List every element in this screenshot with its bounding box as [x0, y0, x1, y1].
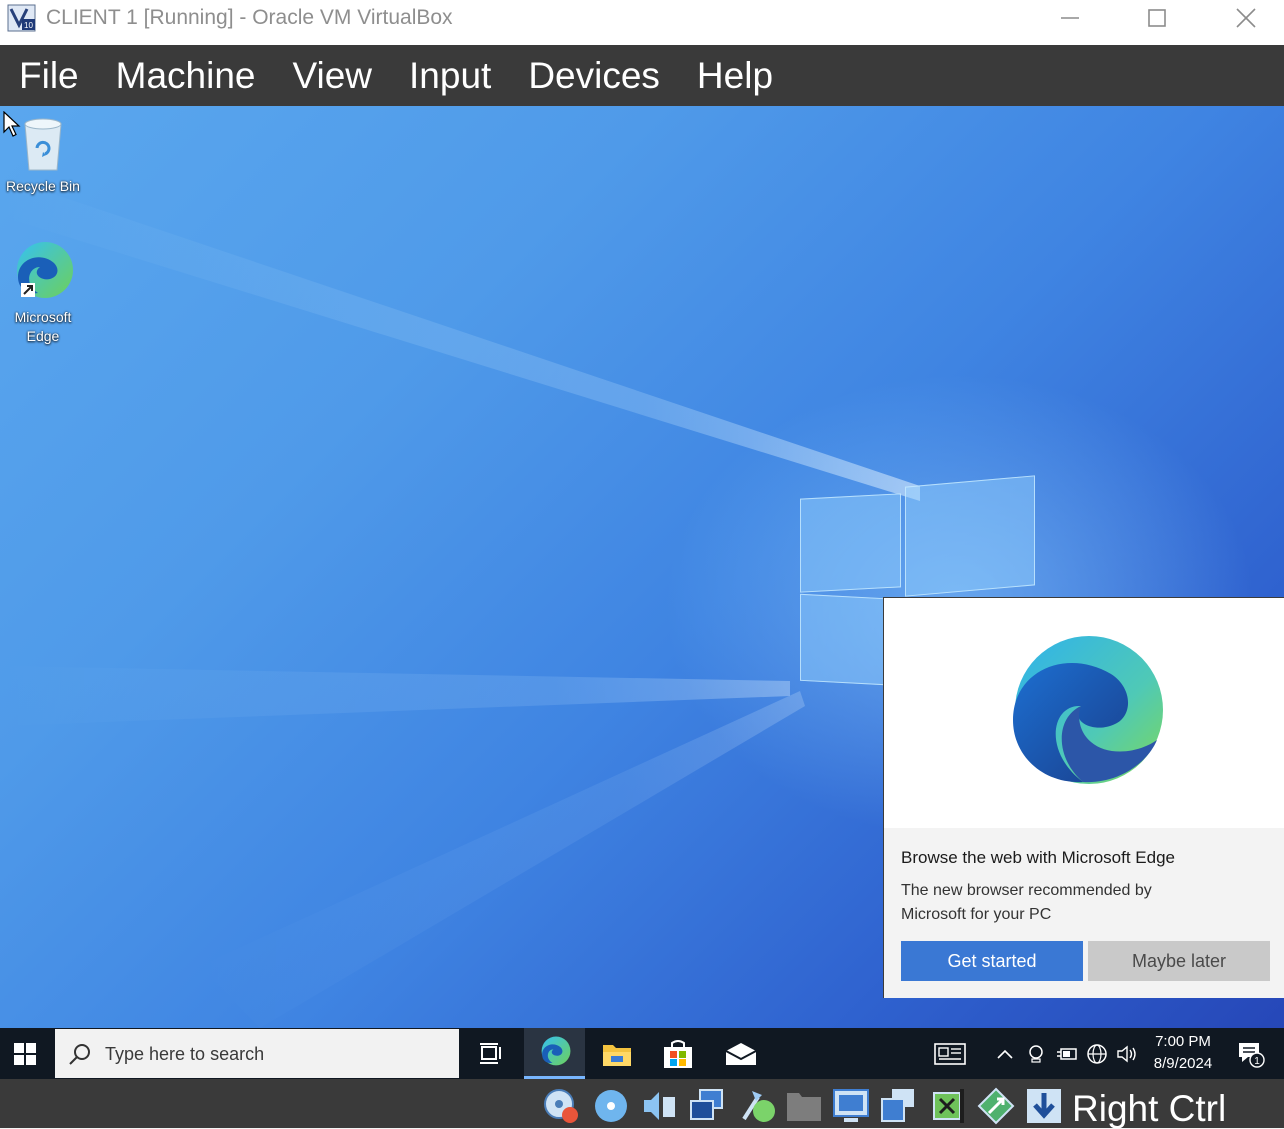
edge-popup-body-line: The new browser recommended by	[901, 882, 1152, 899]
search-icon	[69, 1044, 90, 1065]
tray-meet-now-button[interactable]	[1025, 1028, 1047, 1079]
shared-folders-icon[interactable]	[785, 1087, 823, 1125]
task-view-button[interactable]	[463, 1028, 517, 1079]
menu-devices[interactable]: Devices	[528, 45, 660, 106]
minimize-icon	[1061, 17, 1079, 19]
edge-logo-icon	[1013, 636, 1163, 784]
tray-network-button[interactable]	[1084, 1028, 1110, 1079]
edge-popup-hero	[884, 598, 1284, 828]
taskbar-file-explorer-button[interactable]	[590, 1028, 644, 1079]
wallpaper-logo-pane	[800, 593, 885, 686]
usb-icon[interactable]	[738, 1087, 776, 1125]
menu-file[interactable]: File	[19, 45, 79, 106]
edge-icon	[541, 1036, 570, 1066]
edge-popup-body: The new browser recommended by Microsoft…	[901, 879, 1221, 927]
wallpaper-logo-pane	[905, 475, 1035, 597]
close-icon	[1236, 8, 1256, 28]
show-hidden-icons-button[interactable]	[994, 1028, 1016, 1079]
menu-input[interactable]: Input	[409, 45, 491, 106]
get-started-button[interactable]: Get started	[901, 941, 1083, 981]
hard-disk-icon[interactable]	[542, 1087, 580, 1125]
maximize-button[interactable]	[1127, 0, 1187, 36]
action-center-button[interactable]: 1	[1234, 1028, 1268, 1079]
taskbar-store-button[interactable]	[650, 1028, 706, 1079]
recording-icon[interactable]	[880, 1087, 918, 1125]
windows-start-icon	[14, 1042, 36, 1065]
network-icon[interactable]	[688, 1087, 726, 1125]
menu-view[interactable]: View	[292, 45, 372, 106]
news-icon	[934, 1042, 966, 1065]
globe-network-icon	[1087, 1043, 1107, 1064]
file-explorer-icon	[603, 1044, 631, 1066]
taskbar-search-box[interactable]: Type here to search	[55, 1029, 459, 1078]
edge-promo-popup: Browse the web with Microsoft Edge The n…	[883, 597, 1284, 998]
store-icon	[664, 1039, 692, 1068]
notification-count: 1	[1254, 1056, 1260, 1067]
taskbar-mail-button[interactable]	[712, 1028, 770, 1079]
maybe-later-button[interactable]: Maybe later	[1088, 941, 1270, 981]
edge-popup-body-line: Microsoft for your PC	[901, 906, 1052, 923]
desktop-icon-label: Recycle Bin	[6, 178, 80, 194]
minimize-button[interactable]	[1040, 0, 1100, 36]
search-placeholder: Type here to search	[105, 1044, 265, 1064]
virtualbox-vm-icon: 10	[7, 3, 37, 33]
vm-status-bar: Right Ctrl	[0, 1079, 1284, 1129]
recycle-bin-icon	[24, 118, 62, 171]
host-key-label: Right Ctrl	[1072, 1088, 1227, 1129]
clock-date: 8/9/2024	[1153, 1055, 1213, 1072]
optical-drive-icon[interactable]	[592, 1087, 630, 1125]
window-title-bar: 10 CLIENT 1 [Running] - Oracle VM Virtua…	[0, 0, 1284, 45]
display-icon[interactable]	[832, 1087, 870, 1125]
windows-taskbar: Type here to search 7:00 PM 8/9/2024 1	[0, 1028, 1284, 1079]
webcam-icon	[1029, 1044, 1043, 1063]
edge-icon	[17, 242, 73, 298]
mail-icon	[725, 1042, 757, 1065]
news-widget-button[interactable]	[930, 1028, 970, 1079]
mouse-integration-icon[interactable]	[977, 1087, 1015, 1125]
tray-power-button[interactable]	[1054, 1028, 1080, 1079]
menu-machine[interactable]: Machine	[116, 45, 256, 106]
window-title: CLIENT 1 [Running] - Oracle VM VirtualBo…	[46, 6, 453, 29]
task-view-icon	[480, 1042, 501, 1064]
cpu-icon[interactable]	[928, 1087, 966, 1125]
desktop-icon-microsoft-edge[interactable]: Microsoft Edge	[0, 239, 86, 346]
desktop-icon-label: Edge	[26, 328, 60, 344]
close-button[interactable]	[1216, 0, 1276, 36]
battery-plug-icon	[1057, 1047, 1077, 1060]
svg-text:10: 10	[24, 21, 33, 30]
host-key-icon[interactable]	[1025, 1087, 1063, 1125]
clock-time: 7:00 PM	[1155, 1033, 1211, 1050]
mouse-cursor-icon	[3, 111, 21, 137]
start-button[interactable]	[0, 1028, 50, 1079]
taskbar-clock[interactable]: 7:00 PM 8/9/2024	[1148, 1031, 1218, 1075]
taskbar-edge-button[interactable]	[524, 1028, 585, 1079]
wallpaper-logo-pane	[800, 493, 901, 593]
audio-icon[interactable]	[640, 1087, 678, 1125]
notification-icon: 1	[1239, 1042, 1265, 1068]
desktop-icon-label: Microsoft	[14, 309, 72, 325]
menu-help[interactable]: Help	[697, 45, 773, 106]
vm-menu-bar: File Machine View Input Devices Help	[0, 45, 1284, 106]
tray-volume-button[interactable]	[1114, 1028, 1140, 1079]
chevron-up-icon	[997, 1049, 1013, 1059]
edge-popup-heading: Browse the web with Microsoft Edge	[901, 848, 1176, 867]
speaker-icon	[1117, 1045, 1136, 1062]
maximize-icon	[1148, 9, 1166, 27]
